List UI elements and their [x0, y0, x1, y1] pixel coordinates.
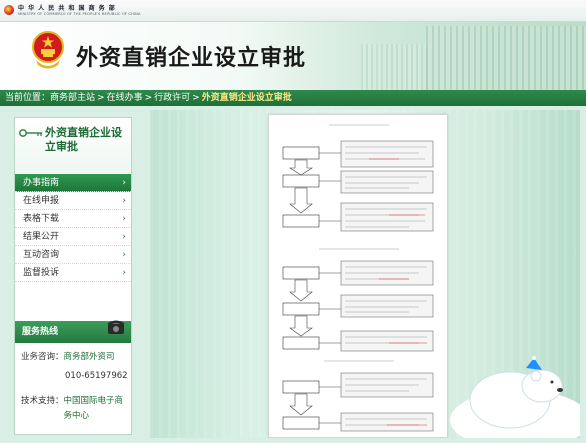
sidebar-item-label: 办事指南 [23, 178, 60, 188]
breadcrumb-separator: > [144, 93, 153, 103]
flowchart-graphic [282, 124, 434, 432]
sidebar-item-label: 监督投诉 [23, 268, 60, 278]
key-icon [19, 129, 42, 137]
breadcrumb-prefix: 当前位置： [5, 93, 51, 103]
chevron-right-icon: › [122, 196, 126, 206]
sidebar-item-guide[interactable]: 办事指南 › [15, 174, 131, 192]
sidebar-item-label: 表格下载 [23, 214, 60, 224]
breadcrumb: 当前位置：商务部主站 > 在线办事 > 行政许可 > 外资直销企业设立审批 [0, 90, 586, 106]
chevron-right-icon: › [122, 178, 126, 188]
ministry-name-cn: 中 华 人 民 共 和 国 商 务 部 [18, 5, 116, 12]
sidebar: 外资直销企业设立审批 办事指南 › 在线申报 › 表格下载 › 结果公开 › 互动咨询 ›… [14, 117, 132, 435]
polar-bear-illustration [450, 356, 580, 438]
building-graphic [361, 44, 431, 90]
sidebar-item-label: 在线申报 [23, 196, 60, 206]
telephone-icon [107, 320, 125, 334]
breadcrumb-separator: > [97, 93, 105, 103]
main-content [150, 110, 580, 438]
sidebar-item-results[interactable]: 结果公开 › [15, 228, 131, 246]
sidebar-menu: 办事指南 › 在线申报 › 表格下载 › 结果公开 › 互动咨询 › 监督投诉 › [15, 174, 131, 282]
process-flowchart-image [268, 114, 448, 438]
chevron-right-icon: › [122, 268, 126, 278]
ministry-bar: 中 华 人 民 共 和 国 商 务 部 MINISTRY OF COMMERCE… [0, 0, 586, 22]
hotline-phone: 010-65197962 [65, 371, 128, 381]
sidebar-item-form-download[interactable]: 表格下载 › [15, 210, 131, 228]
sidebar-item-consult[interactable]: 互动咨询 › [15, 246, 131, 264]
sidebar-item-label: 互动咨询 [23, 250, 60, 260]
breadcrumb-link-home[interactable]: 商务部主站 [50, 90, 95, 106]
breadcrumb-link-license[interactable]: 行政许可 [154, 90, 190, 106]
sidebar-title: 外资直销企业设立审批 [45, 126, 122, 153]
chevron-right-icon: › [122, 214, 126, 224]
ministry-emblem-icon [4, 4, 14, 15]
national-emblem-icon [32, 31, 64, 69]
sidebar-item-label: 结果公开 [23, 232, 60, 242]
ministry-name-en: MINISTRY OF COMMERCE OF THE PEOPLE'S REP… [18, 12, 141, 16]
chevron-right-icon: › [122, 250, 126, 260]
consult-value: 商务部外资司 [63, 352, 115, 362]
building-graphic [426, 26, 586, 90]
sidebar-header: 外资直销企业设立审批 [15, 118, 131, 174]
sidebar-item-complaint[interactable]: 监督投诉 › [15, 264, 131, 282]
hotline-title: 服务热线 [22, 327, 59, 337]
chevron-right-icon: › [122, 232, 126, 242]
tech-support-value: 中国国际电子商务中心 [63, 396, 124, 421]
hotline-header: 服务热线 [15, 320, 131, 343]
sidebar-item-online-apply[interactable]: 在线申报 › [15, 192, 131, 210]
breadcrumb-current: 外资直销企业设立审批 [201, 93, 292, 103]
contact-info: 业务咨询： 商务部外资司 010-65197962 技术支持： 中国国际电子商务中心 [21, 350, 129, 424]
breadcrumb-separator: > [192, 93, 200, 103]
tech-support-label: 技术支持： [21, 396, 64, 406]
consult-label: 业务咨询： [21, 352, 64, 362]
page-banner: 外资直销企业设立审批 [0, 22, 586, 90]
page-title: 外资直销企业设立审批 [76, 46, 307, 71]
breadcrumb-link-online[interactable]: 在线办事 [107, 90, 143, 106]
ministry-logo-link[interactable]: 中 华 人 民 共 和 国 商 务 部 MINISTRY OF COMMERCE… [4, 3, 141, 16]
